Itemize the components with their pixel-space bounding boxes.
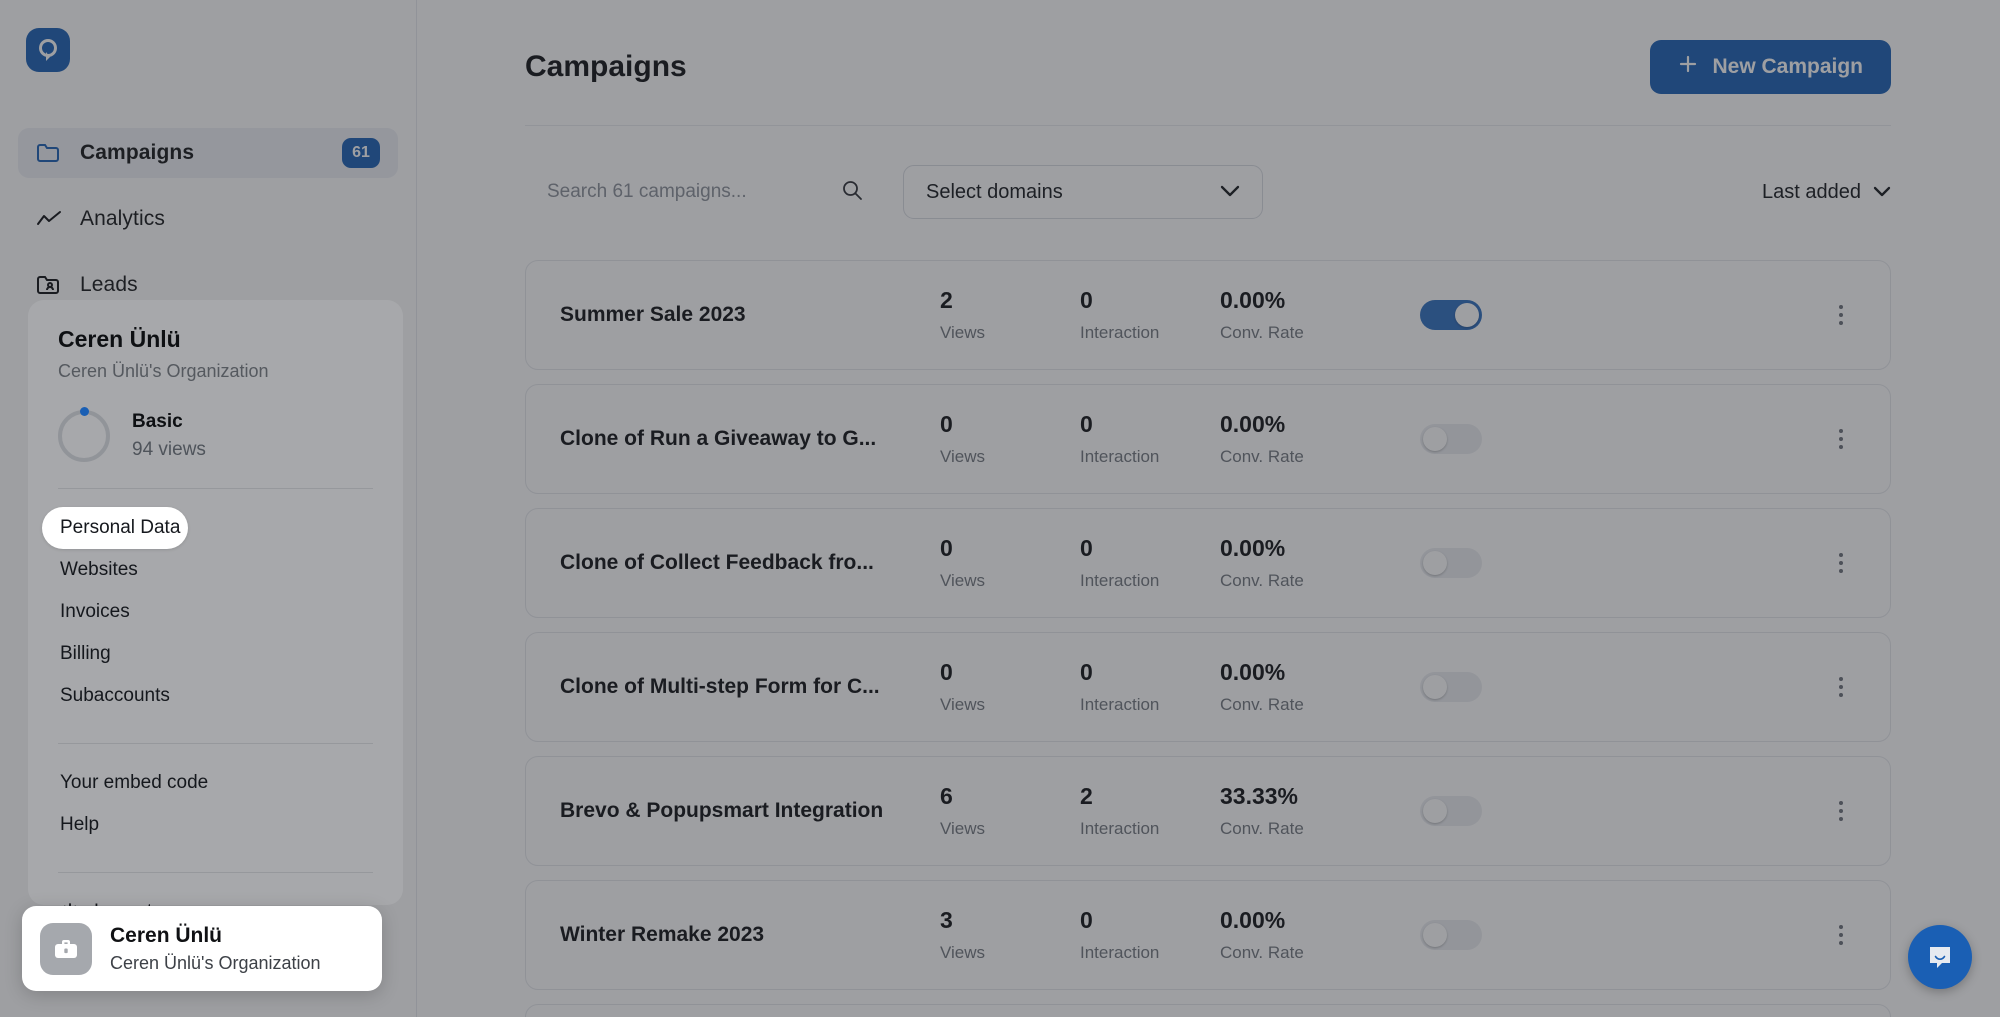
menu-item-label: Your embed code xyxy=(60,772,209,793)
menu-divider xyxy=(58,872,373,873)
menu-item-label: Subaccounts xyxy=(60,685,170,706)
account-name: Ceren Ünlü xyxy=(58,326,181,352)
plan-views: 94 views xyxy=(132,439,206,460)
menu-divider xyxy=(58,488,373,489)
usage-ring-icon xyxy=(58,407,110,462)
menu-item-personal-data[interactable]: Personal Data xyxy=(42,507,188,549)
plan-usage: Basic 94 views xyxy=(58,407,373,462)
menu-item-help[interactable]: Help xyxy=(58,804,373,846)
menu-item-websites[interactable]: Websites xyxy=(58,549,373,591)
account-menu-popup: Ceren Ünlü Ceren Ünlü's Organization Bas… xyxy=(28,300,403,922)
plan-name: Basic xyxy=(132,411,183,432)
app-root: Campaigns 61 Analytics Leads Campaigns N… xyxy=(0,0,2000,1017)
menu-item-label: Invoices xyxy=(60,601,130,622)
account-switcher-card[interactable]: Ceren Ünlü Ceren Ünlü's Organization xyxy=(22,906,382,991)
briefcase-icon xyxy=(40,922,92,975)
menu-item-your-embed-code[interactable]: Your embed code xyxy=(58,762,373,804)
menu-item-label: Websites xyxy=(60,559,138,580)
menu-item-label: Personal Data xyxy=(60,517,181,538)
account-organization: Ceren Ünlü's Organization xyxy=(58,361,269,381)
menu-divider xyxy=(58,743,373,744)
chat-bubble-icon[interactable] xyxy=(1908,925,1972,989)
menu-item-subaccounts[interactable]: Subaccounts xyxy=(58,675,373,717)
menu-item-billing[interactable]: Billing xyxy=(58,633,373,675)
account-switcher-org: Ceren Ünlü's Organization xyxy=(110,952,321,973)
menu-item-label: Help xyxy=(60,814,100,835)
menu-item-invoices[interactable]: Invoices xyxy=(58,591,373,633)
account-switcher-name: Ceren Ünlü xyxy=(110,923,223,947)
menu-item-label: Billing xyxy=(60,643,111,664)
